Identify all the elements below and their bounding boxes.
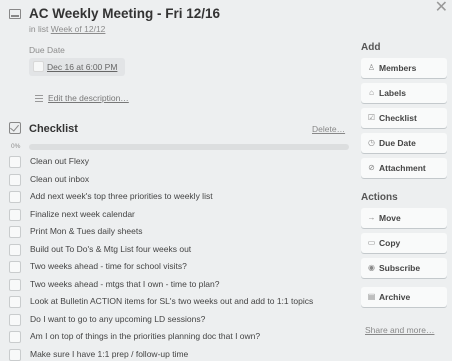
checklist-item[interactable]: Do I want to go to any upcoming LD sessi… bbox=[9, 312, 354, 330]
button-label: Members bbox=[379, 63, 417, 73]
list-name-link[interactable]: Week of 12/12 bbox=[51, 24, 106, 34]
checklist-item-text[interactable]: Two weeks ahead - time for school visits… bbox=[30, 261, 187, 271]
button-label: Attachment bbox=[379, 163, 426, 173]
checklist-item[interactable]: Clean out inbox bbox=[9, 172, 354, 190]
checklist-item-text[interactable]: Print Mon & Tues daily sheets bbox=[30, 226, 142, 236]
checklist-item-text[interactable]: Look at Bulletin ACTION items for SL's t… bbox=[30, 296, 313, 306]
checklist-item-text[interactable]: Am I on top of things in the priorities … bbox=[30, 331, 260, 341]
due-date-button[interactable]: ◷ Due Date bbox=[361, 133, 447, 153]
checklist-item[interactable]: Finalize next week calendar bbox=[9, 207, 354, 225]
checklist-item-checkbox[interactable] bbox=[9, 313, 21, 326]
checklist-item-checkbox[interactable] bbox=[9, 348, 21, 361]
checklist-item-text[interactable]: Do I want to go to any upcoming LD sessi… bbox=[30, 314, 205, 324]
eye-icon: ◉ bbox=[368, 263, 375, 272]
checklist-item[interactable]: Two weeks ahead - time for school visits… bbox=[9, 259, 354, 277]
checklist-item-text[interactable]: Build out To Do's & Mtg List four weeks … bbox=[30, 244, 191, 254]
arrow-right-icon: → bbox=[367, 213, 376, 222]
checklist-item-checkbox[interactable] bbox=[9, 208, 21, 221]
add-heading: Add bbox=[361, 42, 381, 53]
checklist-item-checkbox[interactable] bbox=[9, 278, 21, 291]
due-date-value[interactable]: Dec 16 at 6:00 PM bbox=[47, 62, 117, 72]
checklist-item-checkbox[interactable] bbox=[9, 156, 21, 168]
card-icon: ▭ bbox=[367, 238, 376, 247]
close-icon[interactable]: ✕ bbox=[435, 0, 448, 16]
checklist-item-checkbox[interactable] bbox=[9, 173, 21, 186]
checklist-item[interactable]: Build out To Do's & Mtg List four weeks … bbox=[9, 242, 354, 260]
button-label: Subscribe bbox=[379, 263, 421, 273]
button-label: Move bbox=[379, 213, 401, 223]
button-label: Checklist bbox=[379, 113, 417, 123]
checklist-item[interactable]: Two weeks ahead - mtgs that I own - time… bbox=[9, 277, 354, 295]
button-label: Copy bbox=[379, 238, 401, 248]
move-button[interactable]: → Move bbox=[361, 208, 447, 228]
checklist-progress-percent: 0% bbox=[11, 143, 21, 150]
checklist-item-text[interactable]: Make sure I have 1:1 prep / follow-up ti… bbox=[30, 349, 188, 359]
description-icon bbox=[35, 95, 43, 102]
checklist-title[interactable]: Checklist bbox=[29, 123, 78, 135]
button-label: Labels bbox=[379, 88, 406, 98]
checklist-items: Clean out Flexy Clean out inbox Add next w… bbox=[9, 154, 354, 361]
tag-icon: ⌂ bbox=[369, 88, 374, 97]
subscribe-button[interactable]: ◉ Subscribe bbox=[361, 258, 447, 278]
checklist-item-text[interactable]: Clean out inbox bbox=[30, 174, 89, 184]
checklist-item[interactable]: Make sure I have 1:1 prep / follow-up ti… bbox=[9, 347, 354, 361]
paperclip-icon: ⊘ bbox=[368, 163, 375, 172]
checklist-item-checkbox[interactable] bbox=[9, 296, 21, 308]
archive-icon: ▤ bbox=[367, 292, 376, 301]
checklist-item[interactable]: Look at Bulletin ACTION items for SL's t… bbox=[9, 294, 354, 312]
checklist-item-text[interactable]: Add next week's top three priorities to … bbox=[30, 191, 213, 201]
copy-button[interactable]: ▭ Copy bbox=[361, 233, 447, 253]
checklist-item[interactable]: Clean out Flexy bbox=[9, 154, 354, 172]
card-title[interactable]: AC Weekly Meeting - Fri 12/16 bbox=[29, 6, 220, 21]
person-icon: ♙ bbox=[367, 63, 376, 72]
checklist-delete-link[interactable]: Delete… bbox=[312, 124, 345, 134]
archive-button[interactable]: ▤ Archive bbox=[361, 287, 447, 307]
checklist-button[interactable]: ☑ Checklist bbox=[361, 108, 447, 128]
checklist-item-text[interactable]: Two weeks ahead - mtgs that I own - time… bbox=[30, 279, 219, 289]
labels-button[interactable]: ⌂ Labels bbox=[361, 83, 447, 103]
members-button[interactable]: ♙ Members bbox=[361, 58, 447, 78]
edit-description-link[interactable]: Edit the description… bbox=[48, 93, 129, 103]
share-and-more-link[interactable]: Share and more… bbox=[365, 325, 434, 335]
checklist-item[interactable]: Print Mon & Tues daily sheets bbox=[9, 224, 354, 242]
checklist-item-checkbox[interactable] bbox=[9, 226, 21, 238]
checklist-icon bbox=[9, 122, 21, 134]
due-date-label: Due Date bbox=[29, 45, 65, 55]
checklist-item-checkbox[interactable] bbox=[9, 331, 21, 343]
in-list-prefix: in list bbox=[29, 24, 49, 34]
due-date-complete-checkbox[interactable] bbox=[33, 61, 44, 72]
button-label: Due Date bbox=[379, 138, 416, 148]
card-icon bbox=[9, 9, 21, 19]
button-label: Archive bbox=[379, 292, 411, 302]
attachment-button[interactable]: ⊘ Attachment bbox=[361, 158, 447, 178]
checklist-item[interactable]: Add next week's top three priorities to … bbox=[9, 189, 354, 207]
checkbox-icon: ☑ bbox=[367, 113, 376, 122]
actions-heading: Actions bbox=[361, 192, 398, 203]
checklist-item-checkbox[interactable] bbox=[9, 191, 21, 203]
list-info: in list Week of 12/12 bbox=[29, 24, 105, 34]
checklist-item-text[interactable]: Finalize next week calendar bbox=[30, 209, 135, 219]
clock-icon: ◷ bbox=[368, 138, 375, 147]
checklist-progress-bar bbox=[29, 144, 349, 150]
checklist-item-checkbox[interactable] bbox=[9, 261, 21, 273]
checklist-item-text[interactable]: Clean out Flexy bbox=[30, 156, 89, 166]
checklist-item-checkbox[interactable] bbox=[9, 243, 21, 256]
checklist-item[interactable]: Am I on top of things in the priorities … bbox=[9, 329, 354, 347]
